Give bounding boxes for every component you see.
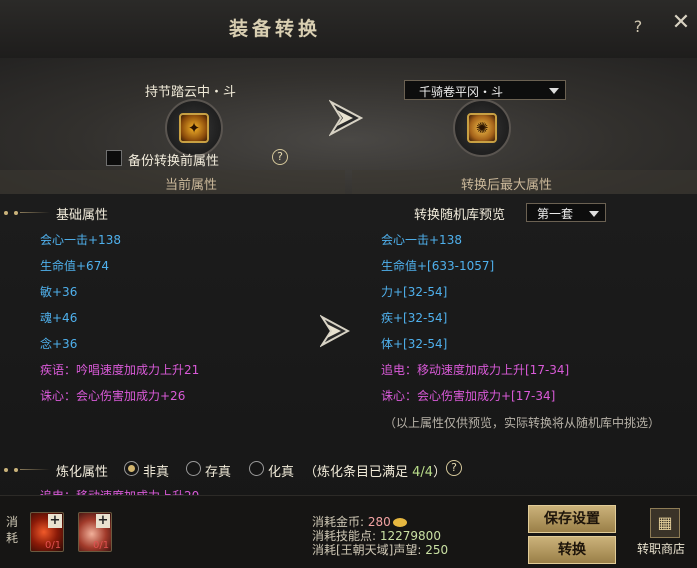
refine-radio-option[interactable] <box>124 461 139 476</box>
left-attr: 敏+36 <box>40 285 78 299</box>
section-bullet-icon <box>4 209 34 217</box>
material-slot[interactable]: + 0/1 <box>30 512 64 552</box>
refine-status: （炼化条目已满足 4/4） <box>304 461 446 480</box>
target-item-slot[interactable]: ✺ <box>453 99 511 157</box>
section-bullet-icon <box>4 466 34 474</box>
shop-label[interactable]: 转职商店 <box>637 540 685 557</box>
refine-status-suffix: ） <box>433 465 447 480</box>
source-item-icon: ✦ <box>179 113 209 143</box>
right-attr: 生命值+[633-1057] <box>381 259 495 273</box>
section-divider <box>20 212 50 213</box>
window-title: 装备转换 <box>228 18 321 40</box>
source-item-name: 持节踏云中・斗 <box>145 85 237 100</box>
left-attr: 魂+46 <box>40 311 78 325</box>
material-count: 0/1 <box>45 540 62 551</box>
right-attr: 体+[32-54] <box>381 337 448 351</box>
section-divider <box>20 469 50 470</box>
convert-button[interactable]: 转换 <box>528 536 616 564</box>
refine-attr-partial: 追电：移动速度加成力上升20 <box>40 486 199 495</box>
reputation-cost-value: 250 <box>425 543 449 557</box>
refine-status-prefix: （炼化条目已满足 <box>304 465 409 480</box>
chevron-down-icon <box>589 211 599 217</box>
right-attr: 疾+[32-54] <box>381 311 448 325</box>
current-attr-heading: 当前属性 <box>165 178 218 193</box>
refine-radio-label: 化真 <box>268 465 295 480</box>
refine-status-count: 4/4 <box>412 465 434 480</box>
left-attr: 生命值+674 <box>40 259 109 273</box>
max-attr-heading: 转换后最大属性 <box>461 178 553 193</box>
convert-arrow-icon <box>329 99 363 137</box>
target-item-value: 千骑卷平冈・斗 <box>419 85 504 99</box>
target-item-select[interactable]: 千骑卷平冈・斗 <box>404 80 566 100</box>
shop-icon[interactable]: ▦ <box>650 508 680 538</box>
convert-arrow-icon <box>320 314 350 348</box>
equipment-slots-panel: 持节踏云中・斗 千骑卷平冈・斗 ✦ ✺ 备份转换前属性 ? 当前属性 转换后最大… <box>0 58 697 194</box>
reputation-cost: 消耗[王朝天域]声望: 250 <box>312 541 448 558</box>
basic-attr-title: 基础属性 <box>56 208 109 223</box>
material-slot[interactable]: + 0/1 <box>78 512 112 552</box>
left-attr: 会心一击+138 <box>40 233 121 247</box>
refine-help-icon[interactable]: ? <box>446 460 462 476</box>
window-header: 装备转换 ? ✕ <box>0 0 697 58</box>
right-attr: 力+[32-54] <box>381 285 448 299</box>
right-special-attr: 诛心：会心伤害加成力+[17-34] <box>381 389 556 403</box>
chevron-down-icon <box>549 88 559 94</box>
set-select[interactable]: 第一套 <box>526 203 606 222</box>
reputation-cost-label: 消耗[王朝天域]声望: <box>312 543 422 557</box>
preview-note: （以上属性仅供预览，实际转换将从随机库中挑选） <box>384 416 661 430</box>
preview-label: 转换随机库预览 <box>414 208 506 223</box>
consume-label: 消耗 <box>6 515 19 545</box>
material-count: 0/1 <box>93 540 110 551</box>
right-attr: 会心一击+138 <box>381 233 462 247</box>
set-select-value: 第一套 <box>537 207 574 221</box>
refine-radio-label: 存真 <box>205 465 232 480</box>
save-settings-button[interactable]: 保存设置 <box>528 505 616 533</box>
help-icon[interactable]: ? <box>626 15 650 39</box>
right-special-attr: 追电：移动速度加成力上升[17-34] <box>381 363 570 377</box>
backup-help-icon[interactable]: ? <box>272 149 288 165</box>
backup-checkbox[interactable] <box>106 150 122 166</box>
add-icon[interactable]: + <box>48 514 62 528</box>
add-icon[interactable]: + <box>96 514 110 528</box>
left-special-attr: 疾语：吟唱速度加成力上升21 <box>40 363 200 377</box>
refine-attr-title: 炼化属性 <box>56 465 109 480</box>
left-special-attr: 诛心：会心伤害加成力+26 <box>40 389 186 403</box>
coin-icon <box>392 518 407 527</box>
refine-radio-option[interactable] <box>186 461 201 476</box>
equipment-convert-window: 装备转换 ? ✕ 持节踏云中・斗 千骑卷平冈・斗 ✦ ✺ 备份转换前属性 ? 当… <box>0 0 697 568</box>
refine-radio-label: 非真 <box>143 465 170 480</box>
target-item-icon: ✺ <box>467 113 497 143</box>
left-attr: 念+36 <box>40 337 78 351</box>
backup-label: 备份转换前属性 <box>128 154 220 169</box>
source-item-slot[interactable]: ✦ <box>165 99 223 157</box>
close-icon[interactable]: ✕ <box>666 8 696 38</box>
refine-radio-option[interactable] <box>249 461 264 476</box>
bottom-bar: 消耗 + 0/1 + 0/1 消耗金币: 280 消耗技能点: 12279800… <box>0 495 697 568</box>
